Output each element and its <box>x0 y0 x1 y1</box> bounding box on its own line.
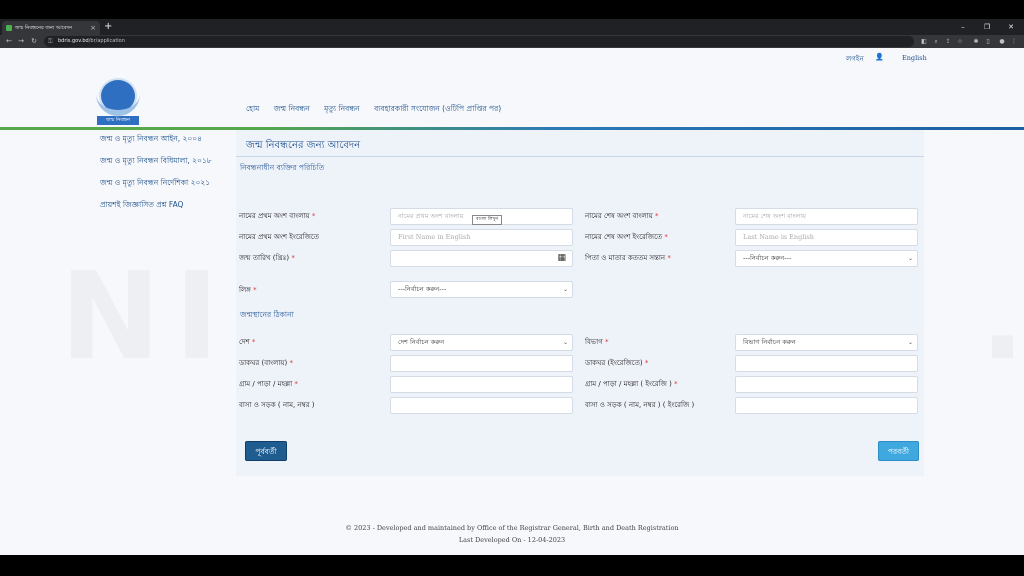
last-name-en-input[interactable]: Last Name in English <box>735 229 918 246</box>
label-first-name-bn: নামের প্রথম অংশ বাংলায় * <box>239 212 316 220</box>
bookmark-star-icon[interactable]: ☆ <box>956 37 964 46</box>
window-close-icon[interactable]: ✕ <box>1000 19 1022 35</box>
house-road-en-input[interactable] <box>735 397 918 414</box>
browser-tab[interactable]: জন্ম নিবন্ধনের জন্য আবেদন × <box>2 21 100 35</box>
profile-icon[interactable]: ● <box>998 37 1006 46</box>
logo-caption: জন্ম নিবন্ধন <box>97 116 139 125</box>
chevron-down-icon: ⌄ <box>907 339 913 346</box>
label-post-office-en: ডাকঘর (ইংরেজিতে) * <box>585 359 649 367</box>
label-house-road-bn: বাসা ও সড়ক ( নাম, নম্বর ) <box>239 401 315 409</box>
screen: জন্ম নিবন্ধনের জন্য আবেদন × + – ❐ ✕ ← → … <box>0 0 1024 576</box>
footer-last-developed: Last Developed On - 12-04-2023 <box>458 536 566 544</box>
previous-button[interactable]: পূর্ববর্তী <box>245 441 287 461</box>
label-dob: জন্ম তারিখ (খ্রিঃ) * <box>239 254 295 262</box>
section-birthplace: জন্মস্থানের ঠিকানা <box>240 310 294 319</box>
village-bn-input[interactable] <box>390 376 573 393</box>
sidebar-item-rules-2018[interactable]: জন্ম ও মৃত্যু নিবন্ধন বিধিমালা, ২০১৮ <box>100 154 235 167</box>
first-name-en-input[interactable]: First Name in English <box>390 229 573 246</box>
birth-order-value: ---নির্বাচন করুন--- <box>743 254 792 262</box>
birth-order-select[interactable]: ---নির্বাচন করুন--- ⌄ <box>735 250 918 267</box>
chevron-down-icon: ⌄ <box>562 339 568 346</box>
tab-title: জন্ম নিবন্ধনের জন্য আবেদন <box>15 25 73 31</box>
footer: © 2023 - Developed and maintained by Off… <box>0 522 1024 546</box>
top-nav: হোম জন্ম নিবন্ধন মৃত্যু নিবন্ধন ব্যবহারক… <box>246 104 513 116</box>
label-house-road-en: বাসা ও সড়ক ( নাম, নম্বর ) ( ইংরেজি ) <box>585 401 695 409</box>
minimize-icon[interactable]: – <box>952 19 974 35</box>
nav-birth-registration[interactable]: জন্ম নিবন্ধন <box>274 104 310 113</box>
nav-add-user[interactable]: ব্যবহারকারী সংযোজন (ওটিপি প্রাপ্তির পর) <box>374 104 501 113</box>
country-select[interactable]: দেশ নির্বাচন করুন ⌄ <box>390 334 573 351</box>
label-division: বিভাগ * <box>585 338 609 346</box>
new-tab-icon[interactable]: + <box>104 20 112 34</box>
label-last-name-bn: নামের শেষ অংশ বাংলায় * <box>585 212 659 220</box>
label-last-name-en: নামের শেষ অংশ ইংরেজিতে * <box>585 233 668 241</box>
form-title: জন্ম নিবন্ধনের জন্য আবেদন <box>246 140 361 151</box>
chevron-down-icon: ⌄ <box>562 286 568 293</box>
logo-hands-icon <box>96 92 140 116</box>
label-post-office-bn: ডাকঘর (বাংলায়) * <box>239 359 293 367</box>
zoom-icon[interactable]: ⌕ <box>932 37 940 46</box>
language-toggle[interactable]: English <box>902 54 927 62</box>
chevron-down-icon: ⌄ <box>907 255 913 262</box>
maximize-icon[interactable]: ❐ <box>976 19 998 35</box>
tab-bar: জন্ম নিবন্ধনের জন্য আবেদন × + – ❐ ✕ <box>0 19 1024 35</box>
lock-icon: ⚿ <box>48 38 53 45</box>
label-village-bn: গ্রাম / পাড়া / মহল্লা * <box>239 380 298 388</box>
section-person-info: নিবন্ধনাধীন ব্যক্তির পরিচিতি <box>240 163 325 172</box>
division-value: বিভাগ নির্বাচন করুন <box>743 338 796 346</box>
last-name-bn-input[interactable]: নামের শেষ অংশ বাংলায় <box>735 208 918 225</box>
label-first-name-en: নামের প্রথম অংশ ইংরেজিতে <box>239 233 319 241</box>
label-village-en: গ্রাম / পাড়া / মহল্লা ( ইংরেজি ) * <box>585 380 678 388</box>
menu-icon[interactable]: ⋮ <box>1010 37 1018 46</box>
label-country: দেশ * <box>239 338 256 346</box>
login-link[interactable]: লগইন <box>846 53 864 65</box>
label-birth-order: পিতা ও মাতার কততম সন্তান * <box>585 254 671 262</box>
sidebar-item-act-2004[interactable]: জন্ম ও মৃত্যু নিবন্ধন আইন, ২০০৪ <box>100 132 235 145</box>
input-tooltip: বাংলা লিখুন <box>472 215 503 225</box>
gender-value: ---নির্বাচন করুন--- <box>398 285 447 293</box>
gender-select[interactable]: ---নির্বাচন করুন--- ⌄ <box>390 281 573 298</box>
post-office-bn-input[interactable] <box>390 355 573 372</box>
page: NID CHECK .com লগইন 👤 English জন্ম নিবন্… <box>0 48 1024 555</box>
dob-input[interactable]: ▦ <box>390 250 573 267</box>
puzzle-icon[interactable]: ✱ <box>972 37 980 46</box>
calendar-icon[interactable]: ▦ <box>557 252 566 265</box>
address-bar[interactable]: ⚿ bdris.gov.bd/br/application <box>44 36 914 47</box>
division-select[interactable]: বিভাগ নির্বাচন করুন ⌄ <box>735 334 918 351</box>
house-road-bn-input[interactable] <box>390 397 573 414</box>
nav-home[interactable]: হোম <box>246 104 259 113</box>
post-office-en-input[interactable] <box>735 355 918 372</box>
sidebar-item-guideline-2021[interactable]: জন্ম ও মৃত্যু নিবন্ধন নির্দেশিকা ২০২১ <box>100 176 235 189</box>
site-logo[interactable]: জন্ম নিবন্ধন <box>96 78 140 126</box>
user-icon: 👤 <box>875 53 884 61</box>
form-panel: জন্ম নিবন্ধনের জন্য আবেদন নিবন্ধনাধীন ব্… <box>236 130 924 476</box>
back-icon[interactable]: ← <box>3 35 15 48</box>
browser-toolbar: ← → ↻ ⚿ bdris.gov.bd/br/application ◧ ⌕ … <box>0 35 1024 48</box>
title-divider <box>236 156 924 157</box>
sidebar: জন্ম ও মৃত্যু নিবন্ধন আইন, ২০০৪ জন্ম ও ম… <box>100 132 235 220</box>
village-en-input[interactable] <box>735 376 918 393</box>
sidebar-item-faq[interactable]: প্রায়শই জিজ্ঞাসিত প্রশ্ন FAQ <box>100 198 235 211</box>
tab-close-icon[interactable]: × <box>90 21 96 35</box>
footer-copyright: © 2023 - Developed and maintained by Off… <box>345 524 679 532</box>
share-icon[interactable]: ⇪ <box>944 37 952 46</box>
country-value: দেশ নির্বাচন করুন <box>398 338 445 346</box>
label-gender: লিঙ্গ * <box>239 286 257 294</box>
reload-icon[interactable]: ↻ <box>28 35 40 48</box>
forward-icon[interactable]: → <box>15 35 27 48</box>
url-path: /br/application <box>88 38 125 44</box>
favicon-icon <box>6 25 12 31</box>
browser-window: জন্ম নিবন্ধনের জন্য আবেদন × + – ❐ ✕ ← → … <box>0 19 1024 555</box>
nav-death-registration[interactable]: মৃত্যু নিবন্ধন <box>324 104 360 113</box>
next-button[interactable]: পরবর্তী <box>878 441 919 461</box>
sidepanel-icon[interactable]: ▯ <box>984 37 992 46</box>
extension-icon[interactable]: ◧ <box>920 37 928 46</box>
url-host: bdris.gov.bd <box>58 38 89 44</box>
